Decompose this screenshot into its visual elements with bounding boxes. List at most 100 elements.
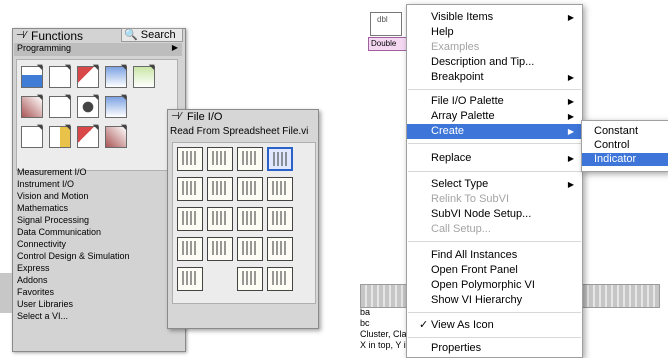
menu-separator [408, 89, 581, 90]
vi-node-icon[interactable]: dbl [370, 12, 402, 36]
boolean-palette-icon[interactable] [133, 66, 155, 88]
category-item[interactable]: Instrument I/O [17, 179, 183, 191]
submenu-arrow-icon: ▶ [567, 112, 574, 121]
programming-icon-grid [16, 59, 178, 171]
menu-item-open-polymorphic-vi[interactable]: Open Polymorphic VI [407, 278, 582, 293]
search-icon: 🔍 [124, 29, 138, 41]
comparison-palette-icon[interactable] [49, 96, 71, 118]
menu-item-relink-to-subvi: Relink To SubVI [431, 193, 510, 205]
menu-separator [408, 337, 581, 338]
file-io-palette-titlebar[interactable]: ⊣⁄ File I/O [168, 110, 318, 124]
xml-icon[interactable] [267, 267, 293, 291]
menu-item-description[interactable]: Description and Tip... [407, 55, 582, 70]
search-button[interactable]: 🔍 Search [121, 28, 183, 42]
vi-node-glyph: dbl [377, 15, 388, 24]
write-text-file-icon[interactable] [177, 207, 203, 231]
file-io-palette-title: File I/O [187, 111, 223, 123]
read-spreadsheet-icon[interactable] [207, 147, 233, 171]
menu-item-call-setup: Call Setup... [431, 223, 491, 235]
category-programming-label: Programming [17, 43, 72, 53]
menu-item-array-palette[interactable]: Array Palette ▶ [407, 109, 582, 124]
close-file-icon[interactable] [207, 177, 233, 201]
menu-item-help[interactable]: Help [407, 25, 582, 40]
cluster-palette-icon[interactable] [77, 66, 99, 88]
format-into-file-icon[interactable] [237, 177, 263, 201]
menu-item-properties[interactable]: Properties [407, 341, 582, 356]
functions-palette-titlebar[interactable]: ⊣⁄ Functions 🔍 Search [13, 28, 185, 43]
menu-item-breakpoint[interactable]: Breakpoint ▶ [407, 70, 582, 85]
menu-item-file-io-palette[interactable]: File I/O Palette ▶ [407, 94, 582, 109]
menu-separator [408, 143, 581, 144]
scan-from-file-icon[interactable] [267, 177, 293, 201]
sync-palette-icon[interactable] [105, 126, 127, 148]
category-item[interactable]: Data Communication [17, 227, 183, 239]
category-item[interactable]: Addons [17, 275, 183, 287]
file-constants-icon[interactable] [237, 237, 263, 261]
string-palette-icon[interactable] [21, 96, 43, 118]
read-text-file-icon[interactable] [207, 207, 233, 231]
pin-icon[interactable]: ⊣⁄ [171, 111, 181, 122]
array-palette-icon[interactable] [49, 66, 71, 88]
submenu-arrow-icon: ▶ [567, 73, 574, 82]
menu-separator [408, 312, 581, 313]
category-item[interactable]: Signal Processing [17, 215, 183, 227]
category-expand-icon: ▶ [171, 43, 178, 52]
config-file-icon[interactable] [267, 237, 293, 261]
submenu-arrow-icon: ▶ [567, 154, 574, 163]
category-item[interactable]: Connectivity [17, 239, 183, 251]
file-io-palette-icon[interactable] [21, 126, 43, 148]
menu-item-show-vi-hierarchy[interactable]: Show VI Hierarchy [407, 293, 582, 308]
create-submenu: Constant Control Indicator [581, 120, 668, 172]
submenu-item-indicator[interactable]: Indicator [582, 153, 668, 166]
read-binary-icon[interactable] [267, 207, 293, 231]
menu-item-find-all-instances[interactable]: Find All Instances [407, 248, 582, 263]
waveform-palette-icon[interactable] [49, 126, 71, 148]
context-menu: Visible Items ▶ Help Examples Description… [406, 4, 583, 358]
functions-palette-title: Functions [31, 29, 84, 43]
selected-vi-name: Read From Spreadsheet File.vi [170, 126, 309, 137]
menu-item-select-type[interactable]: Select Type ▶ [407, 177, 582, 192]
submenu-arrow-icon: ▶ [567, 97, 574, 106]
timing-palette-icon[interactable] [77, 96, 99, 118]
write-spreadsheet-icon[interactable] [177, 147, 203, 171]
menu-item-open-front-panel[interactable]: Open Front Panel [407, 263, 582, 278]
menu-item-visible-items[interactable]: Visible Items ▶ [407, 10, 582, 25]
menu-item-replace[interactable]: Replace ▶ [407, 151, 582, 166]
category-item[interactable]: User Libraries▶ [17, 299, 183, 311]
file-io-palette: ⊣⁄ File I/O Read From Spreadsheet File.v… [167, 109, 319, 329]
category-item[interactable]: Select a VI... [17, 311, 183, 323]
functions-palette: ⊣⁄ Functions 🔍 Search Programming ▶ Meas… [12, 28, 186, 352]
storage-icon[interactable] [237, 267, 263, 291]
pin-icon[interactable]: ⊣⁄ [16, 30, 26, 41]
numeric-palette-icon[interactable] [105, 66, 127, 88]
category-item[interactable]: Mathematics [17, 203, 183, 215]
tdms-icon[interactable] [177, 267, 203, 291]
submenu-item-constant[interactable]: Constant [582, 125, 668, 138]
category-programming[interactable]: Programming ▶ [14, 43, 182, 56]
background-window-edge [0, 273, 12, 313]
app-control-palette-icon[interactable] [77, 126, 99, 148]
write-binary-icon[interactable] [237, 207, 263, 231]
structures-palette-icon[interactable] [21, 66, 43, 88]
category-item[interactable]: Favorites [17, 287, 183, 299]
build-path-icon[interactable] [177, 237, 203, 261]
checkmark-icon: ✓ [419, 319, 429, 331]
open-file-icon[interactable] [177, 177, 203, 201]
category-item[interactable]: Measurement I/O [17, 167, 183, 179]
search-label: Search [140, 29, 176, 41]
menu-item-subvi-node-setup[interactable]: SubVI Node Setup... [407, 207, 582, 222]
menu-separator [408, 241, 581, 242]
dialog-palette-icon[interactable] [105, 96, 127, 118]
submenu-item-control[interactable]: Control [582, 139, 668, 152]
category-item[interactable]: Vision and Motion [17, 191, 183, 203]
strip-path-icon[interactable] [207, 237, 233, 261]
menu-separator [408, 171, 581, 172]
category-item[interactable]: Control Design & Simulation [17, 251, 183, 263]
category-item[interactable]: Express [17, 263, 183, 275]
read-from-spreadsheet-icon[interactable] [267, 147, 293, 171]
menu-item-create[interactable]: Create ▶ [407, 124, 582, 139]
menu-item-examples: Examples [431, 41, 480, 53]
file-io-icon-grid [172, 142, 316, 304]
write-measurement-icon[interactable] [237, 147, 263, 171]
menu-item-view-as-icon[interactable]: ✓ View As Icon [407, 318, 582, 333]
